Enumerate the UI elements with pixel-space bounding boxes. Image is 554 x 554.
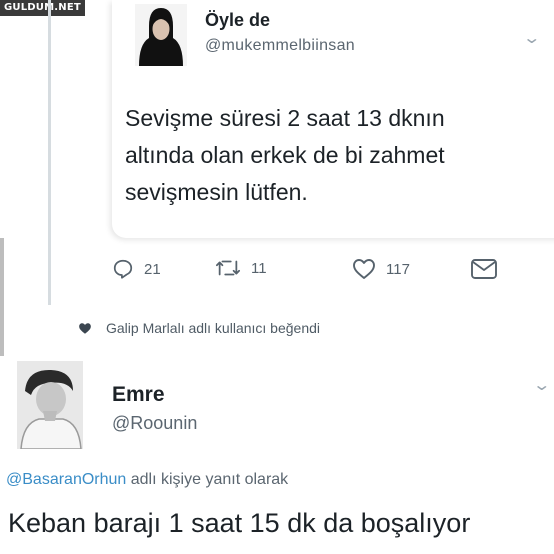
reply-context-text: adlı kişiye yanıt olarak [126,471,289,488]
retweet-icon [215,260,241,276]
like-button[interactable]: 117 [352,258,410,280]
reply-button[interactable]: 21 [112,258,161,280]
watermark-logo: GULDUM.NET [0,0,85,16]
reply-count: 21 [144,260,161,278]
like-count: 117 [386,260,410,278]
chevron-down-icon[interactable]: ⌄ [522,28,541,48]
reply-tweet-text: Keban barajı 1 saat 15 dk da boşalıyor [8,508,471,538]
quoted-tweet-handle[interactable]: @mukemmelbiinsan [205,37,355,55]
chevron-down-icon[interactable]: ⌄ [532,375,551,395]
left-edge-bar [0,238,4,356]
retweet-count: 11 [251,259,267,277]
message-icon [471,259,497,279]
liked-by-notice: Galip Marlalı adlı kullanıcı beğendi [78,320,320,336]
heart-icon [79,322,91,334]
like-icon [353,259,375,279]
thread-connector-line [48,0,51,305]
reply-context: @BasaranOrhun adlı kişiye yanıt olarak [6,471,288,489]
tweet-text-line: Sevişme süresi 2 saat 13 dknın [125,105,445,131]
reply-icon [113,259,133,279]
quoted-tweet-avatar[interactable] [135,4,187,66]
quoted-tweet-display-name[interactable]: Öyle de [205,10,270,31]
reply-tweet-display-name[interactable]: Emre [112,383,165,407]
quoted-tweet-text: Sevişme süresi 2 saat 13 dknın altında o… [125,100,545,211]
reply-mention-link[interactable]: @BasaranOrhun [6,471,126,488]
reply-tweet-handle[interactable]: @Roounin [112,413,197,434]
reply-tweet-avatar[interactable] [17,361,83,449]
tweet-text-line: altında olan erkek de bi zahmet [125,142,445,168]
retweet-button[interactable]: 11 [215,258,267,278]
liked-by-text[interactable]: Galip Marlalı adlı kullanıcı beğendi [106,320,320,336]
message-button[interactable] [470,258,508,280]
tweet-text-line: sevişmesin lütfen. [125,179,308,205]
